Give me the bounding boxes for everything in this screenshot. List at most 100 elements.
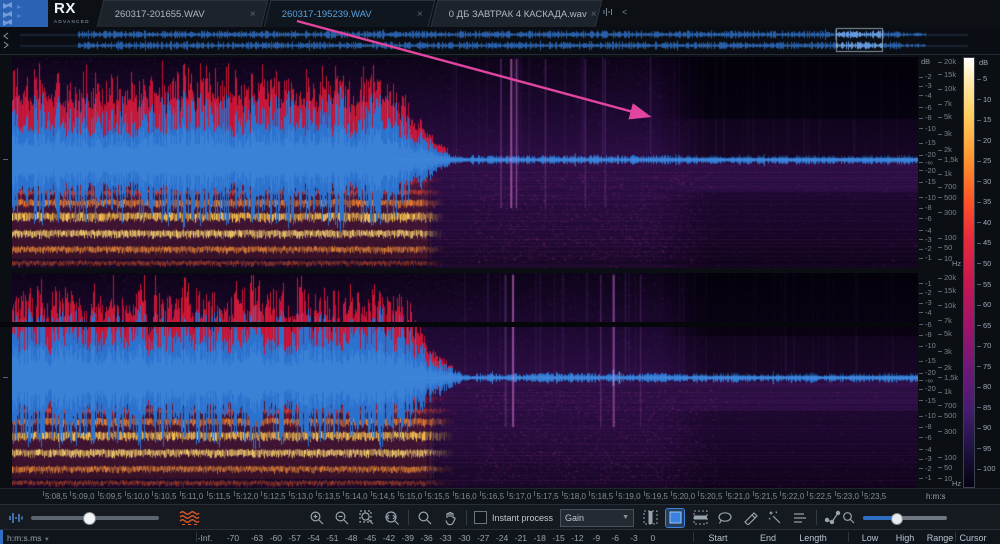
overview-collapse-icon[interactable] xyxy=(1,30,11,50)
tab-scroll-left-icon[interactable]: < xyxy=(622,7,627,17)
colorbar-scale: dB51015202530354045505560657075808590951… xyxy=(977,57,1000,486)
colorbar-tick: 50 xyxy=(977,259,991,268)
magnify-tool-button[interactable] xyxy=(416,509,434,527)
magic-wand-tool[interactable] xyxy=(766,509,784,527)
zoom-to-selection-button[interactable] xyxy=(358,509,376,527)
waveform-overview-strip[interactable] xyxy=(0,27,1000,55)
tab-close-icon[interactable]: × xyxy=(587,9,597,20)
spectrogram-waveform-blend-slider[interactable] xyxy=(31,516,159,520)
ruler-tick-label: 5:21,5 xyxy=(755,492,777,501)
zoom-in-button[interactable] xyxy=(308,509,326,527)
spectrogram-channel-right[interactable] xyxy=(12,273,918,488)
ruler-tick xyxy=(261,491,262,496)
status-field-range: Range xyxy=(927,533,954,543)
scale-tick: -4 xyxy=(919,308,932,317)
scale-tick: -3 xyxy=(919,235,932,244)
spectrogram-channel-left[interactable] xyxy=(12,57,918,268)
tab-label: 260317-195239.WAV xyxy=(282,9,413,20)
scale-tick: -10 xyxy=(919,193,936,202)
statusbar-separator xyxy=(848,532,849,542)
process-module-select[interactable]: Gain ▼ xyxy=(560,509,634,527)
zoom-fit-button[interactable] xyxy=(383,509,401,527)
ruler-tick xyxy=(807,491,808,496)
colorbar-tick: 100 xyxy=(977,464,996,473)
app-logo: RX ADVANCED xyxy=(54,2,90,28)
scale-tick: 1,5k xyxy=(938,155,958,164)
colorbar-unit-label: dB xyxy=(979,58,988,67)
ruler-tick-label: 5:20,5 xyxy=(700,492,722,501)
colorbar-tick: 5 xyxy=(977,74,987,83)
ruler-tick xyxy=(234,491,235,496)
ruler-tick xyxy=(180,491,181,496)
tab-2[interactable]: 260317-195239.WAV× xyxy=(264,0,436,27)
ruler-tick-label: 5:09,5 xyxy=(100,492,122,501)
meter-tick-label: -36 xyxy=(420,533,432,543)
zoom-out-button[interactable] xyxy=(333,509,351,527)
scale-tick: -2 xyxy=(919,72,932,81)
time-selection-tool[interactable] xyxy=(641,509,659,527)
scale-unit-label: Hz xyxy=(952,259,961,268)
ruler-tick-label: 5:20,0 xyxy=(673,492,695,501)
ruler-tick xyxy=(480,491,481,496)
meter-tick-label: 0 xyxy=(650,533,655,543)
zoom-slider-knob[interactable] xyxy=(891,513,903,525)
meter-tick-label: -54 xyxy=(307,533,319,543)
tab-close-icon[interactable]: × xyxy=(413,9,423,20)
brush-selection-tool[interactable] xyxy=(741,509,759,527)
grab-hand-tool-button[interactable] xyxy=(441,509,459,527)
scale-tick: 700 xyxy=(938,182,957,191)
rx-app-window: RX ADVANCED 260317-201655.WAV×260317-195… xyxy=(0,0,1000,544)
instant-process-label[interactable]: Instant process xyxy=(492,513,553,523)
scale-tick: -8 xyxy=(919,330,932,339)
meter-tick-label: -51 xyxy=(326,533,338,543)
izotope-logo-icon xyxy=(0,0,48,27)
instant-process-checkbox[interactable] xyxy=(474,511,487,524)
scale-tick: -2 xyxy=(919,288,932,297)
chevron-down-icon: ▼ xyxy=(44,537,50,543)
spectrogram-colorbar[interactable] xyxy=(963,57,975,488)
waveform-mini-icon[interactable] xyxy=(602,6,616,18)
scale-tick: 100 xyxy=(938,453,957,462)
scale-tick: 15k xyxy=(938,70,956,79)
ruler-tick-label: 5:15,0 xyxy=(400,492,422,501)
channel-divider[interactable] xyxy=(0,322,920,327)
colorbar-tick: 75 xyxy=(977,362,991,371)
scale-tick: 50 xyxy=(938,463,952,472)
scale-unit-label: Hz xyxy=(952,479,961,488)
status-bar: h:m:s.ms ▼ -Inf.-70-63-60-57-54-51-48-45… xyxy=(0,529,1000,544)
ruler-tick xyxy=(780,491,781,496)
zoom-slider-magnifier-icon xyxy=(842,511,856,525)
scale-tick: 15k xyxy=(938,286,956,295)
ruler-tick xyxy=(753,491,754,496)
ruler-tick-label: 5:10,0 xyxy=(127,492,149,501)
scale-tick: 10k xyxy=(938,301,956,310)
signal-nodes-tool[interactable] xyxy=(824,509,842,527)
meter-tick-label: -21 xyxy=(515,533,527,543)
tab-1[interactable]: 260317-201655.WAV× xyxy=(97,0,269,27)
tab-3[interactable]: 0 ДБ ЗАВТРАК 4 КАСКАДА.wav× xyxy=(431,0,603,27)
blend-slider-knob[interactable] xyxy=(83,512,96,525)
frequency-scale-left: 20k15k10k7k5k3k2k1,5k1k7005003001005010H… xyxy=(938,57,962,268)
meter-tick-label: -70 xyxy=(227,533,239,543)
time-frequency-selection-tool[interactable] xyxy=(666,509,684,527)
horizontal-zoom-slider[interactable] xyxy=(863,516,947,520)
draw-lines-tool[interactable] xyxy=(791,509,809,527)
ruler-tick xyxy=(343,491,344,496)
tab-bar: RX ADVANCED 260317-201655.WAV×260317-195… xyxy=(0,0,1000,28)
colorbar-tick: 65 xyxy=(977,321,991,330)
colorbar-tick: 25 xyxy=(977,156,991,165)
colorbar-tick: 95 xyxy=(977,444,991,453)
colorbar-tick: 55 xyxy=(977,280,991,289)
frequency-selection-tool[interactable] xyxy=(691,509,709,527)
scale-tick: -8 xyxy=(919,422,932,431)
overview-waveform-canvas[interactable] xyxy=(0,27,1000,53)
meter-tick-label: -42 xyxy=(383,533,395,543)
ruler-tick xyxy=(289,491,290,496)
ruler-tick xyxy=(453,491,454,496)
scale-tick: -20 xyxy=(919,384,936,393)
ruler-tick xyxy=(43,491,44,496)
tab-close-icon[interactable]: × xyxy=(246,9,256,20)
lasso-selection-tool[interactable] xyxy=(716,509,734,527)
time-format-selector[interactable]: h:m:s.ms ▼ xyxy=(7,533,50,543)
bottom-toolbar: Instant process Gain ▼ xyxy=(0,504,1000,530)
